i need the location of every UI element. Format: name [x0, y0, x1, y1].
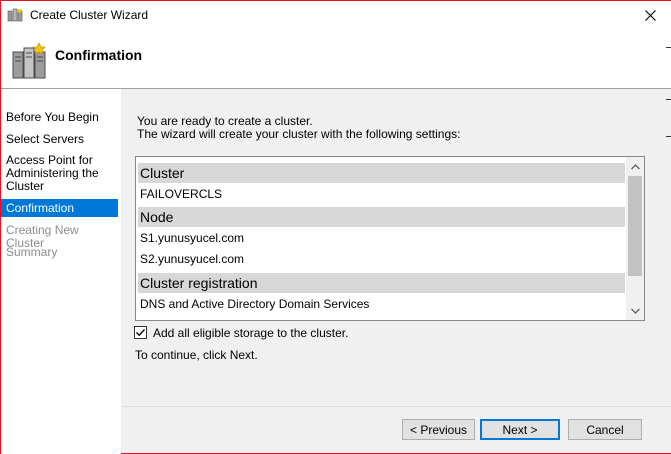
- group-header-cluster-registration: Cluster registration: [138, 273, 625, 293]
- add-storage-checkbox[interactable]: [134, 326, 147, 339]
- next-button[interactable]: Next >: [480, 419, 560, 440]
- step-summary: Summary: [6, 245, 58, 259]
- footer-divider: [122, 406, 671, 407]
- settings-listbox[interactable]: Cluster FAILOVERCLS Node S1.yunusyucel.c…: [135, 156, 645, 321]
- create-cluster-wizard-window: Create Cluster Wizard Confirmation Befor…: [0, 0, 671, 454]
- group-header-node: Node: [138, 207, 625, 227]
- cluster-servers-icon: [12, 42, 46, 79]
- node-value-2: S2.yunusyucel.com: [140, 252, 245, 266]
- add-storage-label[interactable]: Add all eligible storage to the cluster.: [153, 326, 348, 340]
- title-bar[interactable]: Create Cluster Wizard: [1, 1, 671, 30]
- scroll-down-button[interactable]: [626, 302, 644, 319]
- scrollbar-thumb[interactable]: [628, 176, 642, 276]
- window-title: Create Cluster Wizard: [30, 8, 149, 22]
- intro-line-1: You are ready to create a cluster.: [137, 114, 313, 128]
- settings-list: Cluster FAILOVERCLS Node S1.yunusyucel.c…: [136, 157, 625, 320]
- cancel-button[interactable]: Cancel: [568, 419, 642, 440]
- page-title: Confirmation: [55, 47, 143, 63]
- continue-hint: To continue, click Next.: [135, 348, 258, 362]
- group-header-cluster: Cluster: [138, 163, 625, 183]
- background-window-edge: [666, 47, 671, 48]
- chevron-down-icon: [630, 308, 640, 314]
- step-access-point[interactable]: Access Point for Administering the Clust…: [1, 154, 111, 193]
- node-value-1: S1.yunusyucel.com: [140, 231, 245, 245]
- previous-button[interactable]: < Previous: [402, 419, 475, 440]
- wizard-header: Confirmation: [1, 30, 671, 88]
- checkmark-icon: [136, 329, 146, 337]
- intro-line-2: The wizard will create your cluster with…: [137, 127, 461, 141]
- step-before-you-begin[interactable]: Before You Begin: [1, 111, 118, 124]
- wizard-steps-nav: Before You Begin Select Servers Access P…: [1, 89, 121, 454]
- step-confirmation[interactable]: Confirmation: [1, 199, 118, 217]
- registration-value: DNS and Active Directory Domain Services: [140, 297, 370, 311]
- vertical-scrollbar[interactable]: [626, 157, 644, 320]
- step-select-servers[interactable]: Select Servers: [1, 133, 118, 146]
- close-icon: [644, 10, 656, 21]
- background-window-edge: [666, 99, 671, 100]
- cluster-app-icon: [7, 8, 23, 22]
- chevron-up-icon: [630, 163, 640, 169]
- cluster-name-value: FAILOVERCLS: [140, 187, 223, 201]
- scroll-up-button[interactable]: [626, 158, 644, 175]
- close-button[interactable]: [629, 1, 671, 30]
- background-window-edge: [666, 136, 671, 137]
